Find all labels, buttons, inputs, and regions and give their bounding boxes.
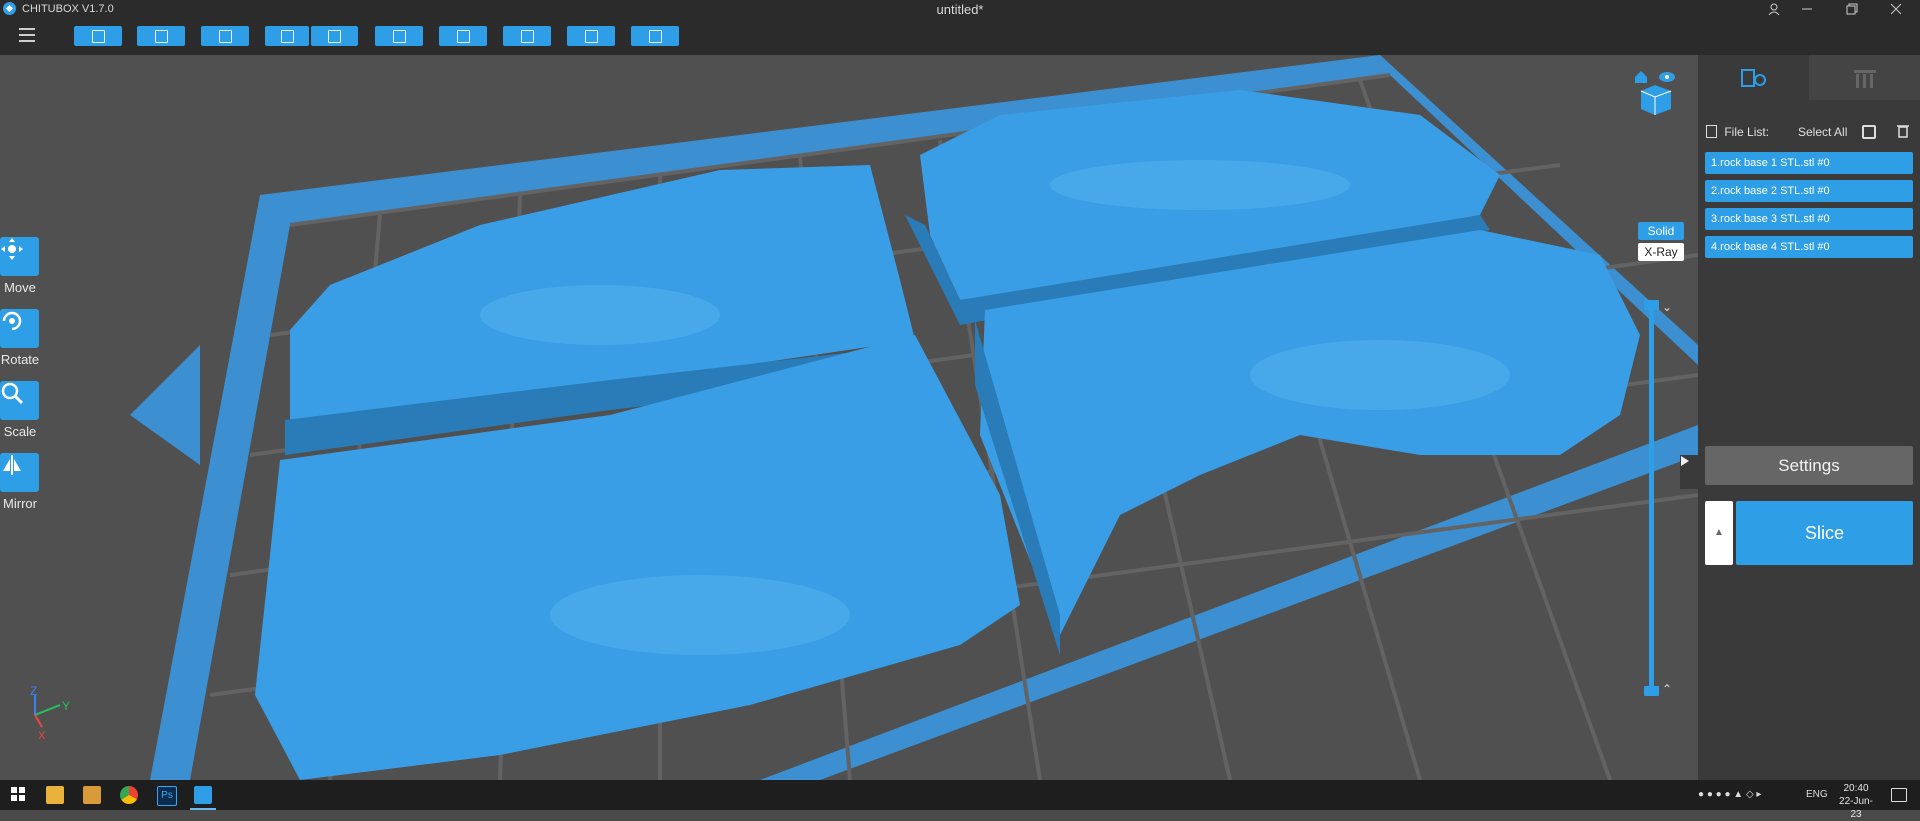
hamburger-icon[interactable] (19, 28, 35, 42)
platform-icon (1853, 69, 1876, 88)
layer-slider-top-handle[interactable] (1644, 300, 1659, 310)
view-cube-icon[interactable] (1633, 69, 1677, 115)
platform-tab[interactable] (1809, 55, 1920, 100)
windows-start-icon[interactable] (10, 786, 28, 804)
select-all-checkbox[interactable] (1862, 125, 1876, 139)
solid-mode-button[interactable]: Solid (1638, 222, 1684, 240)
scale-label: Scale (3, 424, 37, 439)
clock-time: 20:40 (1843, 783, 1869, 794)
photoshop-icon[interactable]: Ps (157, 786, 177, 806)
model-settings-tab[interactable] (1698, 55, 1809, 100)
rotate-tool-button[interactable]: Rotate (0, 309, 40, 367)
layout-icon (648, 29, 662, 43)
trash-icon[interactable] (1896, 123, 1910, 142)
tray-icons[interactable]: ● ● ● ● ▲ ◇ ▸ (1698, 789, 1761, 800)
file-item-1[interactable]: 1.rock base 1 STL.stl #0 (1705, 152, 1913, 174)
supports-button[interactable] (439, 26, 487, 46)
clock[interactable]: 20:40 22-Jun-23 (1836, 782, 1876, 821)
scale-icon (1, 382, 24, 405)
export-button[interactable] (311, 26, 358, 46)
save-icon (154, 29, 168, 43)
chevron-up-icon[interactable]: ⌃ (1662, 682, 1672, 696)
axis-x-label: X (38, 730, 46, 742)
media-player-icon[interactable] (83, 786, 101, 804)
3d-viewport[interactable]: Z Y X Move Rotate Scale Mirror Solid X-R… (0, 55, 1698, 780)
file-list-label: File List: (1724, 125, 1770, 139)
panel-collapse-button[interactable] (1680, 455, 1698, 489)
plate-marker (130, 345, 200, 465)
axis-z-label: Z (30, 684, 37, 698)
minimize-button[interactable] (1787, 0, 1827, 18)
file-item-3[interactable]: 3.rock base 3 STL.stl #0 (1705, 208, 1913, 230)
rotate-label: Rotate (0, 352, 40, 367)
move-icon (1, 238, 23, 260)
xray-mode-button[interactable]: X-Ray (1638, 243, 1684, 261)
triangle-right-icon (1681, 456, 1689, 466)
settings-button[interactable]: Settings (1705, 446, 1913, 485)
layer-slider-track[interactable] (1649, 305, 1654, 691)
layout-button[interactable] (631, 26, 679, 46)
hollow-button[interactable] (503, 26, 551, 46)
chitubox-taskbar-icon[interactable] (194, 786, 212, 804)
export-icon (328, 29, 341, 43)
import-icon (280, 29, 294, 43)
slice-button[interactable]: Slice (1736, 501, 1913, 565)
select-button[interactable] (201, 26, 249, 46)
hole-icon (584, 29, 598, 43)
mirror-tool-button[interactable]: Mirror (0, 453, 40, 511)
language-indicator[interactable]: ENG (1806, 789, 1828, 800)
select-all-label[interactable]: Select All (1798, 125, 1847, 139)
hollow-icon (520, 29, 534, 43)
notification-icon[interactable] (1891, 788, 1907, 802)
file-item-2[interactable]: 2.rock base 2 STL.stl #0 (1705, 180, 1913, 202)
layer-slider-bottom-handle[interactable] (1644, 686, 1659, 696)
dig-hole-button[interactable] (567, 26, 615, 46)
file-icon (1706, 125, 1717, 138)
copy-icon (392, 29, 406, 43)
axis-gizmo (34, 695, 61, 728)
move-tool-button[interactable]: Move (0, 237, 40, 295)
view-cube-graphic (1635, 71, 1675, 115)
title-bar: CHITUBOX V1.7.0 untitled* (0, 0, 1920, 18)
slice-options-dropdown[interactable]: ▲ (1705, 501, 1733, 565)
rotate-icon (2, 311, 22, 331)
supports-icon (456, 29, 470, 43)
axis-y-label: Y (62, 699, 70, 713)
scale-tool-button[interactable]: Scale (0, 381, 40, 439)
toolbar (0, 18, 1920, 55)
clock-date: 22-Jun-23 (1839, 796, 1873, 820)
file-explorer-icon[interactable] (46, 786, 64, 804)
settings-list-icon (1740, 68, 1766, 87)
import-button[interactable] (265, 26, 309, 46)
mirror-icon (3, 455, 21, 475)
mirror-label: Mirror (3, 496, 37, 511)
copy-button[interactable] (375, 26, 423, 46)
save-button[interactable] (137, 26, 185, 46)
home-icon (1635, 71, 1647, 83)
restore-button[interactable] (1832, 0, 1872, 18)
close-button[interactable] (1876, 0, 1916, 18)
folder-icon (91, 29, 105, 43)
windows-taskbar: Ps ● ● ● ● ▲ ◇ ▸ ENG 20:40 22-Jun-23 (0, 780, 1920, 820)
move-label: Move (4, 280, 36, 295)
file-item-4[interactable]: 4.rock base 4 STL.stl #0 (1705, 236, 1913, 258)
chevron-down-icon[interactable]: ⌄ (1662, 300, 1672, 314)
chrome-icon[interactable] (120, 786, 138, 804)
panel-tabs (1698, 55, 1920, 100)
open-file-button[interactable] (74, 26, 122, 46)
document-title: untitled* (936, 2, 984, 17)
right-panel: File List: Select All 1.rock base 1 STL.… (1698, 55, 1920, 780)
select-frame-icon (218, 29, 232, 43)
build-plate-scene: Z Y X (30, 55, 1698, 780)
file-list-header: File List: Select All (1706, 125, 1912, 141)
